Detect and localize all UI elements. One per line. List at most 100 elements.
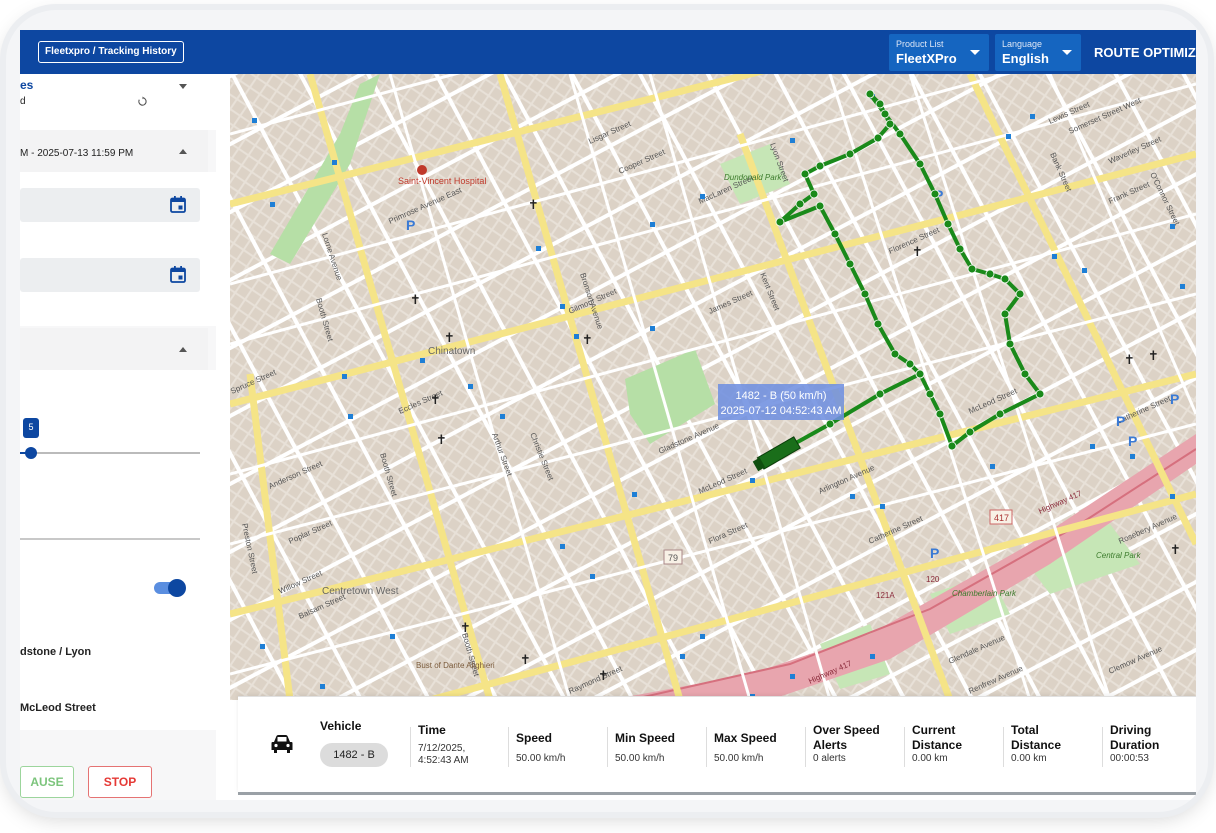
route-point[interactable] (1035, 389, 1045, 399)
breadcrumb[interactable]: Fleetxpro / Tracking History (38, 41, 184, 63)
route-point[interactable] (875, 389, 885, 399)
route-point[interactable] (967, 264, 977, 274)
route-point[interactable] (1005, 339, 1015, 349)
date-range-header[interactable]: M - 2025-07-13 11:59 PM (20, 130, 208, 172)
route-point[interactable] (1015, 289, 1025, 299)
map-view[interactable]: Lorne Avenue Booth Street Booth Street B… (230, 74, 1196, 700)
bus-stop-icon[interactable] (1052, 254, 1057, 259)
bus-stop-icon[interactable] (500, 414, 505, 419)
playback-header[interactable] (20, 328, 208, 370)
route-point[interactable] (915, 369, 925, 379)
bus-stop-icon[interactable] (390, 634, 395, 639)
info-bar-scrollbar[interactable] (238, 792, 1196, 795)
bus-stop-icon[interactable] (260, 644, 265, 649)
bus-stop-icon[interactable] (1030, 114, 1035, 119)
bus-stop-icon[interactable] (1006, 134, 1011, 139)
bus-stop-icon[interactable] (420, 358, 425, 363)
bus-stop-icon[interactable] (750, 478, 755, 483)
end-date-field[interactable] (20, 258, 200, 292)
bus-stop-icon[interactable] (632, 492, 637, 497)
bus-stop-icon[interactable] (870, 654, 875, 659)
vehicle-section[interactable]: es d (20, 74, 216, 130)
route-optimization-button[interactable]: ROUTE OPTIMIZ (1094, 45, 1196, 60)
route-point[interactable] (905, 359, 915, 369)
route-point[interactable] (815, 201, 825, 211)
route-point[interactable] (965, 427, 975, 437)
bus-stop-icon[interactable] (990, 464, 995, 469)
bus-stop-icon[interactable] (320, 684, 325, 689)
route-point[interactable] (809, 189, 819, 199)
chevron-up-icon[interactable] (179, 149, 187, 154)
bus-stop-icon[interactable] (342, 374, 347, 379)
bus-stop-icon[interactable] (270, 202, 275, 207)
route-point[interactable] (915, 159, 925, 169)
product-list-select[interactable]: Product List FleetXPro (889, 34, 989, 71)
bus-stop-icon[interactable] (790, 674, 795, 679)
route-point[interactable] (885, 119, 895, 129)
bus-stop-icon[interactable] (1130, 454, 1135, 459)
route-point[interactable] (880, 109, 890, 119)
route-point[interactable] (995, 409, 1005, 419)
route-point[interactable] (925, 389, 935, 399)
route-point[interactable] (985, 269, 995, 279)
route-point[interactable] (795, 199, 805, 209)
bus-stop-icon[interactable] (590, 574, 595, 579)
pause-button[interactable]: AUSE (20, 766, 74, 798)
route-point[interactable] (873, 319, 883, 329)
chevron-up-icon[interactable] (179, 347, 187, 352)
vehicle-chip[interactable]: 1482 - B (320, 743, 388, 767)
bus-stop-icon[interactable] (560, 304, 565, 309)
auto-follow-toggle[interactable] (154, 579, 186, 597)
bus-stop-icon[interactable] (1082, 268, 1087, 273)
speed-slider-track[interactable] (20, 452, 200, 454)
bus-stop-icon[interactable] (880, 504, 885, 509)
bus-stop-icon[interactable] (252, 118, 257, 123)
bus-stop-icon[interactable] (348, 414, 353, 419)
route-point[interactable] (955, 244, 965, 254)
bus-stop-icon[interactable] (650, 326, 655, 331)
bus-stop-icon[interactable] (560, 544, 565, 549)
route-point[interactable] (943, 219, 953, 229)
route-point[interactable] (1000, 274, 1010, 284)
route-point[interactable] (935, 409, 945, 419)
bus-stop-icon[interactable] (1170, 494, 1175, 499)
stop-button[interactable]: STOP (88, 766, 152, 798)
route-point[interactable] (895, 129, 905, 139)
bus-stop-icon[interactable] (1170, 224, 1175, 229)
route-point[interactable] (845, 149, 855, 159)
route-point[interactable] (873, 133, 883, 143)
bus-stop-icon[interactable] (700, 194, 705, 199)
bus-stop-icon[interactable] (468, 384, 473, 389)
route-point[interactable] (890, 349, 900, 359)
calendar-icon[interactable] (170, 196, 186, 213)
route-point[interactable] (845, 259, 855, 269)
route-point[interactable] (825, 419, 835, 429)
route-point[interactable] (1020, 369, 1030, 379)
route-point[interactable] (1000, 309, 1010, 319)
bus-stop-icon[interactable] (332, 160, 337, 165)
calendar-icon[interactable] (170, 266, 186, 283)
language-select[interactable]: Language English (995, 34, 1081, 71)
route-point[interactable] (860, 289, 870, 299)
bus-stop-icon[interactable] (790, 138, 795, 143)
route-point[interactable] (815, 161, 825, 171)
bus-stop-icon[interactable] (536, 246, 541, 251)
route-point[interactable] (775, 217, 785, 227)
route-point[interactable] (800, 169, 810, 179)
route-point[interactable] (947, 441, 957, 451)
bus-stop-icon[interactable] (700, 634, 705, 639)
bus-stop-icon[interactable] (650, 222, 655, 227)
bus-stop-icon[interactable] (574, 334, 579, 339)
map-canvas[interactable]: Lorne Avenue Booth Street Booth Street B… (230, 74, 1196, 700)
bus-stop-icon[interactable] (1180, 284, 1185, 289)
route-point[interactable] (875, 99, 885, 109)
speed-slider-thumb[interactable] (25, 447, 37, 459)
chevron-down-icon[interactable] (179, 84, 187, 89)
route-point[interactable] (930, 189, 940, 199)
bus-stop-icon[interactable] (680, 654, 685, 659)
reset-icon[interactable] (137, 96, 148, 107)
bus-stop-icon[interactable] (850, 494, 855, 499)
bus-stop-icon[interactable] (1090, 444, 1095, 449)
route-point[interactable] (865, 89, 875, 99)
route-point[interactable] (830, 229, 840, 239)
